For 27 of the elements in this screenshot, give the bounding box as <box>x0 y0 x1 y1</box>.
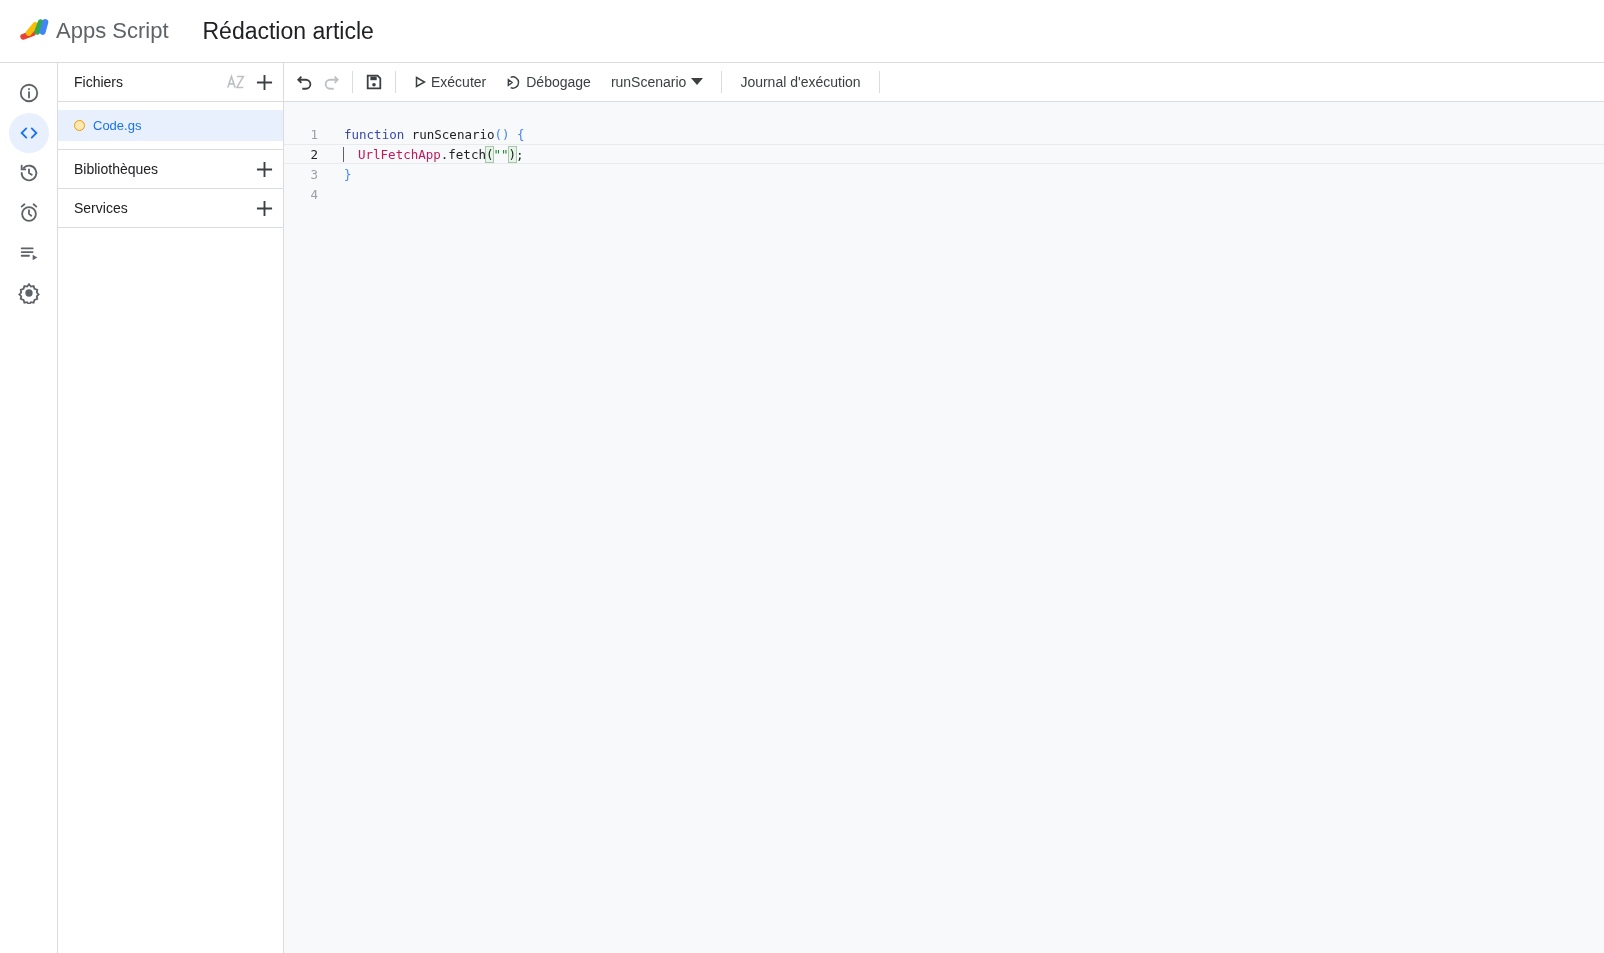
code-icon[interactable] <box>8 113 49 153</box>
add-icon[interactable] <box>256 73 273 91</box>
debug-button[interactable]: Débogage <box>500 70 597 94</box>
code-line: } <box>344 166 352 182</box>
line-number: 4 <box>309 186 318 202</box>
line-number: 3 <box>309 166 318 182</box>
section-heading: Services <box>74 200 129 216</box>
line-number: 1 <box>309 126 318 142</box>
play-icon <box>414 76 426 88</box>
add-icon[interactable] <box>256 199 273 217</box>
section-heading: Bibliothèques <box>74 161 160 177</box>
add-icon[interactable] <box>256 160 273 178</box>
code-line: function runScenario() { <box>344 126 525 142</box>
save-icon[interactable] <box>365 73 383 91</box>
line-number: 2 <box>309 146 318 162</box>
file-item[interactable]: Code.gs <box>58 110 283 141</box>
debug-icon <box>506 74 522 90</box>
function-select[interactable]: runScenario <box>604 70 710 94</box>
caret-icon <box>691 78 704 86</box>
undo-icon[interactable] <box>296 73 314 91</box>
run-button[interactable]: Exécuter <box>408 70 493 94</box>
product-name: Apps Script <box>56 18 169 44</box>
code-line: UrlFetchApp.fetch(""); <box>343 146 524 162</box>
project-title[interactable]: Rédaction article <box>202 17 374 45</box>
files-heading: Fichiers <box>74 74 124 90</box>
execution-log-button[interactable]: Journal d'exécution <box>734 70 867 94</box>
file-status-icon <box>74 120 85 131</box>
